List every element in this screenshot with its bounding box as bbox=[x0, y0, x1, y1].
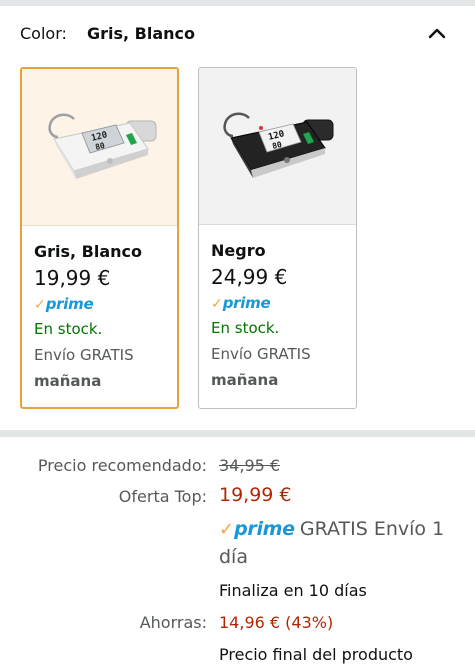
option-price: 19,99 € bbox=[34, 266, 111, 290]
deal-label: Oferta Top: bbox=[118, 487, 207, 506]
prime-check-icon: ✓ bbox=[34, 297, 46, 313]
deal-ends-text: Finaliza en 10 días bbox=[219, 581, 367, 600]
prime-badge: ✓prime bbox=[34, 294, 171, 314]
prime-logo-text: prime bbox=[234, 518, 295, 540]
list-price-label: Precio recomendado: bbox=[37, 456, 207, 475]
prime-delivery: ✓prime GRATIS Envío 1 día bbox=[219, 515, 459, 571]
savings-value: 14,96 € (43%) bbox=[219, 613, 334, 632]
shipping-info: Envío GRATIS bbox=[211, 345, 311, 363]
selected-color-value: Gris, Blanco bbox=[87, 24, 196, 43]
prime-badge: ✓prime bbox=[211, 293, 350, 313]
stock-status: En stock. bbox=[34, 320, 103, 338]
product-image-white: 120 80 bbox=[22, 69, 177, 226]
option-name: Gris, Blanco bbox=[34, 242, 143, 261]
option-name: Negro bbox=[211, 241, 266, 260]
list-price: 34,95 € bbox=[219, 456, 281, 475]
stock-status: En stock. bbox=[211, 319, 280, 337]
blood-pressure-monitor-white-image: 120 80 bbox=[48, 113, 157, 179]
color-option-gris-blanco[interactable]: 120 80 Gris, Blanco 19,99 € ✓prime En st… bbox=[20, 67, 179, 409]
product-image-black: 120 80 bbox=[199, 68, 356, 225]
color-selector-header[interactable]: Color: Gris, Blanco bbox=[0, 6, 475, 60]
prime-logo-text: prime bbox=[222, 294, 271, 312]
prime-logo-text: prime bbox=[45, 295, 94, 313]
final-price-note: Precio final del producto bbox=[219, 645, 413, 664]
savings-label: Ahorras: bbox=[139, 613, 207, 632]
blood-pressure-monitor-black-image: 120 80 bbox=[223, 112, 334, 178]
deal-price: 19,99 € bbox=[219, 484, 292, 506]
chevron-up-icon[interactable] bbox=[427, 26, 447, 40]
delivery-day: mañana bbox=[34, 372, 102, 390]
color-option-negro[interactable]: 120 80 Negro 24,99 € ✓prime En stock. En… bbox=[198, 67, 357, 409]
option-price: 24,99 € bbox=[211, 265, 288, 289]
color-label: Color: bbox=[20, 24, 67, 43]
shipping-info: Envío GRATIS bbox=[34, 346, 134, 364]
section-divider-middle bbox=[0, 430, 475, 437]
prime-check-icon: ✓ bbox=[219, 519, 235, 540]
delivery-day: mañana bbox=[211, 371, 279, 389]
prime-check-icon: ✓ bbox=[211, 296, 223, 312]
